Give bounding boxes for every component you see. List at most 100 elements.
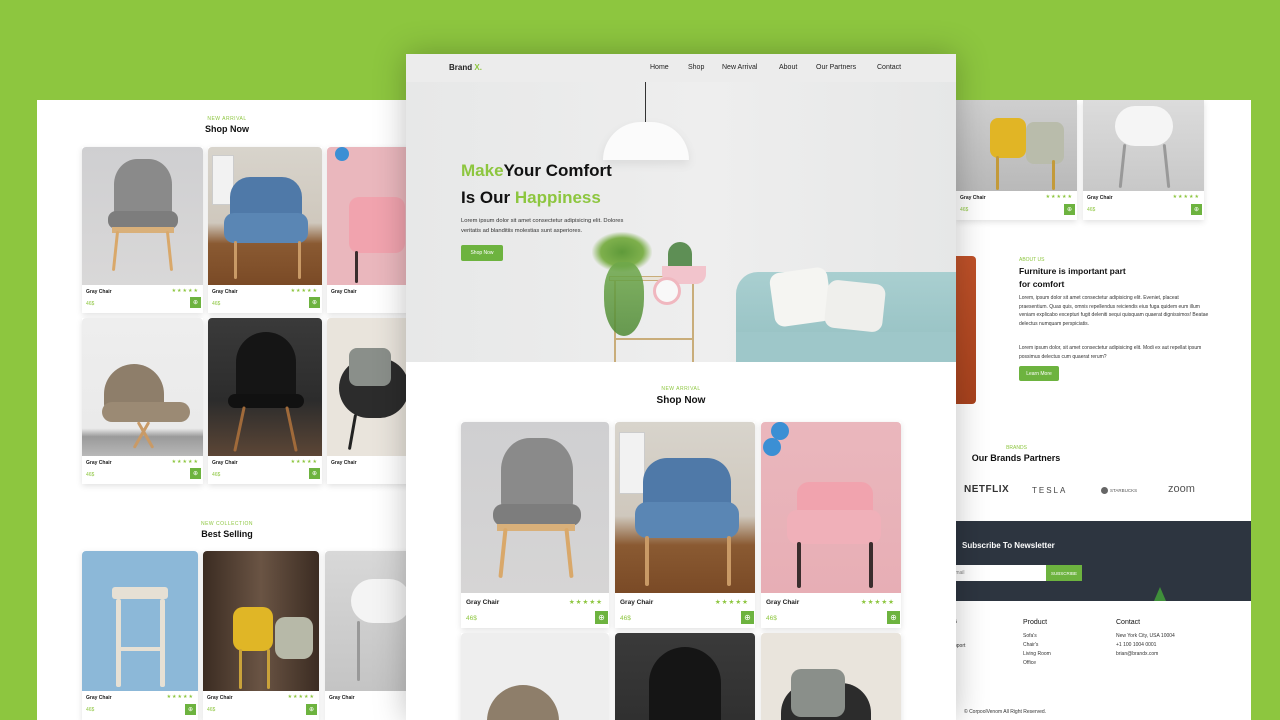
product-card[interactable]: Gray Chair ★★★★★ 46$ ⊕ bbox=[208, 318, 322, 484]
newsletter-title: Subscribe To Newsletter bbox=[962, 541, 1055, 550]
footer-link[interactable]: Sofa's bbox=[1023, 633, 1037, 639]
product-price: 46$ bbox=[1087, 207, 1096, 213]
product-card[interactable]: Gray Chair ★★★★★ 46$ ⊕ bbox=[615, 422, 755, 628]
rating-stars: ★★★★★ bbox=[171, 288, 199, 294]
rating-stars: ★★★★★ bbox=[1045, 194, 1073, 200]
product-price: 46$ bbox=[86, 472, 95, 478]
footer-address: New York City, USA 10004 bbox=[1116, 633, 1175, 639]
copyright: © CorpoolVenom All Right Reserved. bbox=[964, 709, 1047, 715]
product-image bbox=[325, 551, 417, 691]
product-name: Gray Chair bbox=[960, 195, 986, 201]
product-name: Gray Chair bbox=[86, 289, 112, 295]
product-image bbox=[956, 100, 1077, 191]
product-price: 46$ bbox=[766, 615, 777, 622]
section-title: Best Selling bbox=[201, 529, 253, 539]
product-image bbox=[208, 147, 322, 285]
product-card[interactable]: Gray Chair ★★★★★ 46$ ⊕ bbox=[1083, 100, 1204, 220]
cart-icon[interactable]: ⊕ bbox=[309, 297, 320, 308]
section-label: ABOUT US bbox=[1019, 257, 1045, 263]
brand-logo[interactable]: Brand X. bbox=[449, 63, 482, 72]
cart-icon[interactable]: ⊕ bbox=[741, 611, 754, 624]
product-card[interactable]: Gray Chair ★★★★★ 46$ ⊕ bbox=[761, 422, 901, 628]
cushion bbox=[823, 279, 887, 333]
product-image bbox=[327, 147, 417, 285]
cart-icon[interactable]: ⊕ bbox=[190, 297, 201, 308]
cart-icon[interactable]: ⊕ bbox=[306, 704, 317, 715]
nav-contact[interactable]: Contact bbox=[877, 64, 901, 71]
footer-heading: Product bbox=[1023, 619, 1048, 626]
product-price: 46$ bbox=[86, 707, 95, 713]
about-paragraph: Lorem ipsum dolor, sit amet consectetur … bbox=[1019, 345, 1202, 360]
cart-icon[interactable]: ⊕ bbox=[1064, 204, 1075, 215]
product-card[interactable]: Gray Chair ★★★★★ 46$ ⊕ bbox=[82, 318, 203, 484]
product-price: 46$ bbox=[207, 707, 216, 713]
product-card[interactable]: Gray Chair ★★★★★ 46$ ⊕ bbox=[956, 100, 1077, 220]
nav-about[interactable]: About bbox=[779, 64, 797, 71]
footer-link[interactable]: Office bbox=[1023, 660, 1036, 666]
product-image bbox=[82, 318, 203, 456]
clock-icon bbox=[653, 277, 681, 305]
about-title: Furniture is important part bbox=[1019, 266, 1126, 276]
product-card[interactable]: Gray Chair ★★★★★ 46$ ⊕ bbox=[82, 551, 198, 720]
product-image bbox=[615, 633, 755, 720]
rating-stars: ★★★★★ bbox=[166, 694, 194, 700]
product-image bbox=[761, 633, 901, 720]
product-card[interactable]: Gray Chair bbox=[327, 318, 417, 484]
left-page-preview: NEW ARRIVAL Shop Now Gray Chair ★★★★★ 46… bbox=[37, 100, 417, 720]
hero-description: Lorem ipsum dolor sit amet consectetur a… bbox=[461, 218, 624, 234]
netflix-logo: NETFLIX bbox=[964, 484, 1010, 495]
cart-icon[interactable]: ⊕ bbox=[190, 468, 201, 479]
section-label: BRANDS bbox=[1006, 445, 1027, 451]
product-image bbox=[208, 318, 322, 456]
product-image bbox=[203, 551, 319, 691]
right-page-preview: Gray Chair ★★★★★ 46$ ⊕ Gray Chair ★★★★★ … bbox=[940, 100, 1251, 720]
section-label: NEW ARRIVAL bbox=[207, 116, 247, 122]
about-title: for comfort bbox=[1019, 279, 1065, 289]
footer-phone: +1 100 1004 0001 bbox=[1116, 642, 1157, 648]
zoom-logo: zoom bbox=[1168, 483, 1195, 495]
cart-icon[interactable]: ⊕ bbox=[1191, 204, 1202, 215]
product-card[interactable]: Gray Chair ★★★★★ 46$ ⊕ bbox=[461, 422, 609, 628]
cart-icon[interactable]: ⊕ bbox=[887, 611, 900, 624]
footer-email[interactable]: brian@brandx.com bbox=[1116, 651, 1158, 657]
product-card[interactable] bbox=[615, 633, 755, 720]
learn-more-button[interactable]: Learn More bbox=[1019, 366, 1059, 381]
nav-shop[interactable]: Shop bbox=[688, 64, 704, 71]
nav-home[interactable]: Home bbox=[650, 64, 669, 71]
subscribe-button[interactable]: SUBSCRIBE bbox=[1046, 565, 1082, 581]
cart-icon[interactable]: ⊕ bbox=[185, 704, 196, 715]
product-price: 46$ bbox=[212, 301, 221, 307]
product-name: Gray Chair bbox=[212, 460, 238, 466]
product-card[interactable]: Gray Chair ★★★★★ 46$ ⊕ bbox=[82, 147, 203, 313]
product-card[interactable] bbox=[761, 633, 901, 720]
product-image bbox=[1083, 100, 1204, 191]
footer-link[interactable]: Chair's bbox=[1023, 642, 1038, 648]
rating-stars: ★★★★★ bbox=[171, 459, 199, 465]
product-card[interactable]: Gray Chair ★★★★★ 46$ ⊕ bbox=[203, 551, 319, 720]
nav-new-arrival[interactable]: New Arrival bbox=[722, 64, 757, 71]
product-card[interactable]: Gray Chair bbox=[327, 147, 417, 313]
product-card[interactable]: Gray Chair ★★★★★ 46$ ⊕ bbox=[208, 147, 322, 313]
cart-icon[interactable]: ⊕ bbox=[595, 611, 608, 624]
hero-title-line-1: MakeYour Comfort bbox=[461, 161, 612, 180]
tesla-logo: TESLA bbox=[1032, 486, 1068, 495]
starbucks-logo: STARBUCKS bbox=[1101, 487, 1137, 494]
product-price: 46$ bbox=[620, 615, 631, 622]
lamp-cord bbox=[645, 82, 646, 126]
product-name: Gray Chair bbox=[466, 599, 500, 606]
about-image bbox=[954, 256, 976, 404]
about-paragraph: Lorem, ipsum dolor sit amet consectetur … bbox=[1019, 295, 1209, 327]
product-price: 46$ bbox=[960, 207, 969, 213]
shop-now-button[interactable]: Shop Now bbox=[461, 245, 503, 261]
product-card[interactable]: Gray Chair bbox=[325, 551, 417, 720]
plant-decoration bbox=[1154, 587, 1166, 601]
product-name: Gray Chair bbox=[1087, 195, 1113, 201]
product-name: Gray Chair bbox=[86, 460, 112, 466]
product-price: 46$ bbox=[212, 472, 221, 478]
rating-stars: ★★★★★ bbox=[287, 694, 315, 700]
nav-our-partners[interactable]: Our Partners bbox=[816, 64, 856, 71]
cart-icon[interactable]: ⊕ bbox=[309, 468, 320, 479]
product-card[interactable] bbox=[461, 633, 609, 720]
footer-link[interactable]: Living Room bbox=[1023, 651, 1051, 657]
rating-stars: ★★★★★ bbox=[714, 599, 749, 606]
